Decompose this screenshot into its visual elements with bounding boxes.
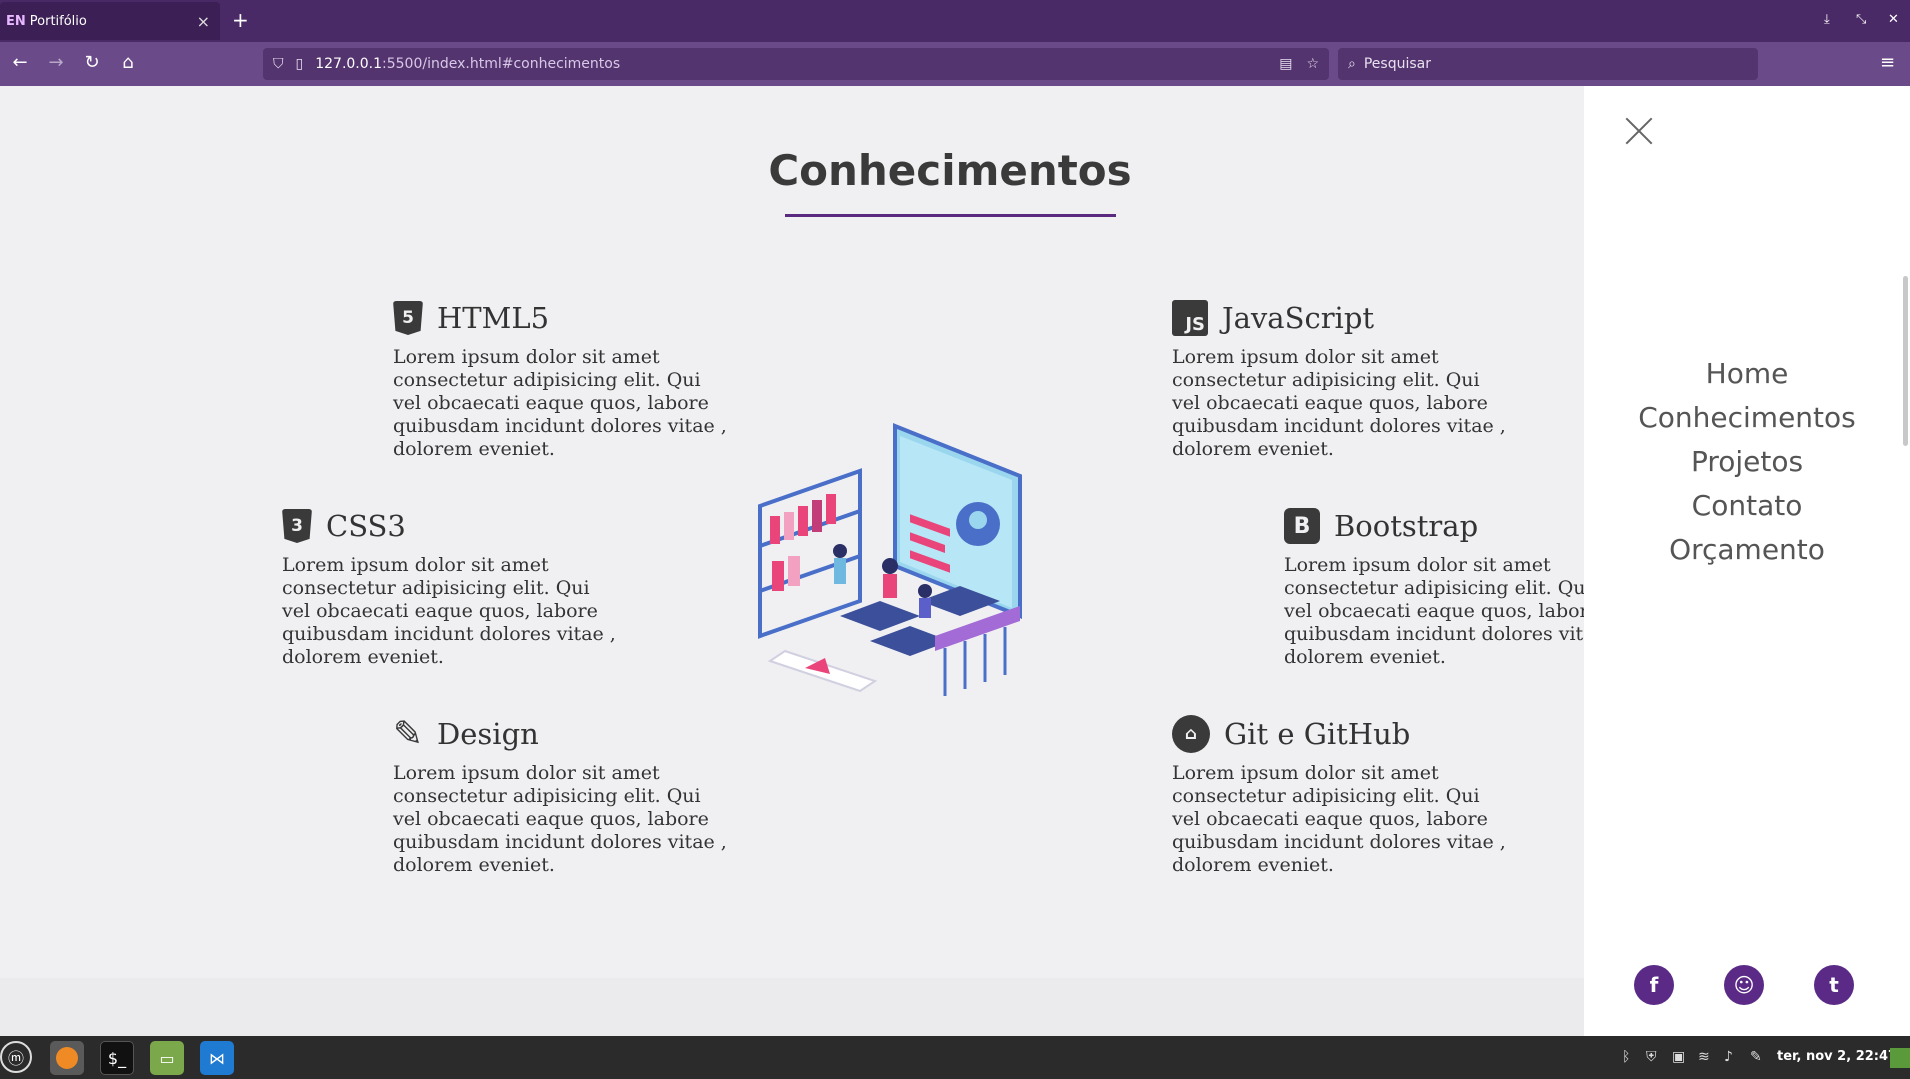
skill-card-git-github: ⌂ Git e GitHub Lorem ipsum dolor sit ame… — [1172, 714, 1512, 877]
skill-title: Design — [437, 717, 539, 751]
skill-title: HTML5 — [437, 301, 550, 335]
side-menu-nav: Home Conhecimentos Projetos Contato Orça… — [1584, 352, 1910, 572]
start-menu-icon[interactable]: ⓜ — [0, 1041, 32, 1073]
url-path: :5500/index.html#conhecimentos — [382, 56, 621, 72]
forward-icon[interactable]: → — [44, 52, 68, 73]
skill-description: Lorem ipsum dolor sit amet consectetur a… — [1284, 554, 1584, 668]
page-icon: ▯ — [295, 56, 304, 72]
os-taskbar: ⓜ $_ ▭ ⋈ ᛒ ⛨ ▣ ≋ ♪ ✎ ter, nov 2, 22:47 — [0, 1036, 1910, 1079]
html5-icon: 5 — [393, 301, 423, 335]
close-window-icon[interactable]: ✕ — [1888, 12, 1899, 27]
reader-view-icon[interactable]: ▤ — [1279, 56, 1292, 72]
home-icon[interactable]: ⌂ — [116, 52, 140, 73]
facebook-icon[interactable]: f — [1634, 965, 1674, 1005]
menu-icon[interactable]: ≡ — [1880, 52, 1895, 73]
title-underline — [785, 214, 1116, 217]
new-tab-icon[interactable]: + — [232, 8, 249, 32]
url-bar[interactable]: ⛉ ▯ 127.0.0.1:5500/index.html#conhecimen… — [263, 48, 1329, 80]
reload-icon[interactable]: ↻ — [80, 52, 104, 73]
search-input[interactable]: ⌕ Pesquisar — [1338, 48, 1758, 80]
downloads-icon[interactable]: ⤓ — [1824, 12, 1830, 27]
vscode-icon[interactable]: ⋈ — [200, 1041, 234, 1075]
browser-tabbar: EN Portifólio × + ⤓ ⤡ ✕ — [0, 0, 1910, 42]
menu-item-contato[interactable]: Contato — [1584, 484, 1910, 528]
firefox-icon[interactable] — [50, 1041, 84, 1075]
skill-description: Lorem ipsum dolor sit amet consectetur a… — [393, 762, 727, 876]
bootstrap-icon: B — [1284, 508, 1320, 544]
menu-item-home[interactable]: Home — [1584, 352, 1910, 396]
skill-card-design: ✎ Design Lorem ipsum dolor sit amet cons… — [393, 714, 733, 877]
search-icon: ⌕ — [1348, 56, 1356, 72]
terminal-icon[interactable]: $_ — [100, 1041, 134, 1075]
skill-description: Lorem ipsum dolor sit amet consectetur a… — [393, 346, 727, 460]
shield-icon[interactable]: ⛉ — [273, 56, 284, 72]
skill-title: JavaScript — [1222, 301, 1375, 335]
bookmark-star-icon[interactable]: ☆ — [1306, 56, 1319, 72]
notes-icon[interactable]: ✎ — [1750, 1049, 1762, 1065]
menu-item-projetos[interactable]: Projetos — [1584, 440, 1910, 484]
skill-title: Git e GitHub — [1224, 717, 1411, 751]
page-footer-strip — [0, 978, 1584, 1036]
volume-icon[interactable]: ♪ — [1724, 1049, 1733, 1065]
security-shield-icon[interactable]: ⛨ — [1646, 1049, 1657, 1065]
js-icon: JS — [1172, 300, 1208, 336]
browser-tab[interactable]: EN Portifólio × — [0, 2, 220, 40]
skill-title: CSS3 — [326, 509, 406, 543]
classroom-illustration — [758, 423, 1022, 696]
tab-title: Portifólio — [29, 13, 87, 29]
restore-window-icon[interactable]: ⤡ — [1856, 12, 1866, 27]
back-icon[interactable]: ← — [8, 52, 32, 73]
clipboard-icon[interactable]: ▣ — [1672, 1049, 1685, 1065]
skill-card-javascript: JS JavaScript Lorem ipsum dolor sit amet… — [1172, 298, 1512, 461]
twitter-icon[interactable]: t — [1814, 965, 1854, 1005]
page-scrollbar[interactable] — [1903, 276, 1908, 446]
menu-item-orcamento[interactable]: Orçamento — [1584, 528, 1910, 572]
files-icon[interactable]: ▭ — [150, 1041, 184, 1075]
css3-icon: 3 — [282, 509, 312, 543]
tab-close-icon[interactable]: × — [197, 12, 210, 31]
conhecimentos-section: Conhecimentos 5 HTML5 Lorem ipsum dolor … — [0, 86, 1584, 979]
pencil-icon: ✎ — [392, 713, 424, 755]
skill-card-html5: 5 HTML5 Lorem ipsum dolor sit amet conse… — [393, 298, 733, 461]
wifi-icon[interactable]: ≋ — [1698, 1049, 1710, 1065]
clock[interactable]: ter, nov 2, 22:47 — [1777, 1049, 1897, 1064]
side-menu: Home Conhecimentos Projetos Contato Orça… — [1584, 86, 1910, 1036]
url-host: 127.0.0.1 — [315, 56, 383, 72]
search-placeholder: Pesquisar — [1363, 56, 1431, 72]
close-menu-icon[interactable] — [1624, 116, 1654, 146]
tab-favicon: EN — [6, 13, 26, 29]
github-icon: ⌂ — [1172, 715, 1210, 753]
skill-description: Lorem ipsum dolor sit amet consectetur a… — [282, 554, 616, 668]
skill-title: Bootstrap — [1334, 509, 1479, 543]
bluetooth-icon[interactable]: ᛒ — [1622, 1049, 1630, 1065]
github-icon[interactable]: ☺ — [1724, 965, 1764, 1005]
skill-card-css3: 3 CSS3 Lorem ipsum dolor sit amet consec… — [282, 506, 622, 669]
menu-item-conhecimentos[interactable]: Conhecimentos — [1584, 396, 1910, 440]
skill-description: Lorem ipsum dolor sit amet consectetur a… — [1172, 762, 1506, 876]
skill-card-bootstrap: B Bootstrap Lorem ipsum dolor sit amet c… — [1284, 506, 1584, 669]
workspace-indicator[interactable] — [1890, 1048, 1910, 1068]
browser-navbar: ← → ↻ ⌂ ⛉ ▯ 127.0.0.1:5500/index.html#co… — [0, 42, 1910, 86]
skill-description: Lorem ipsum dolor sit amet consectetur a… — [1172, 346, 1506, 460]
